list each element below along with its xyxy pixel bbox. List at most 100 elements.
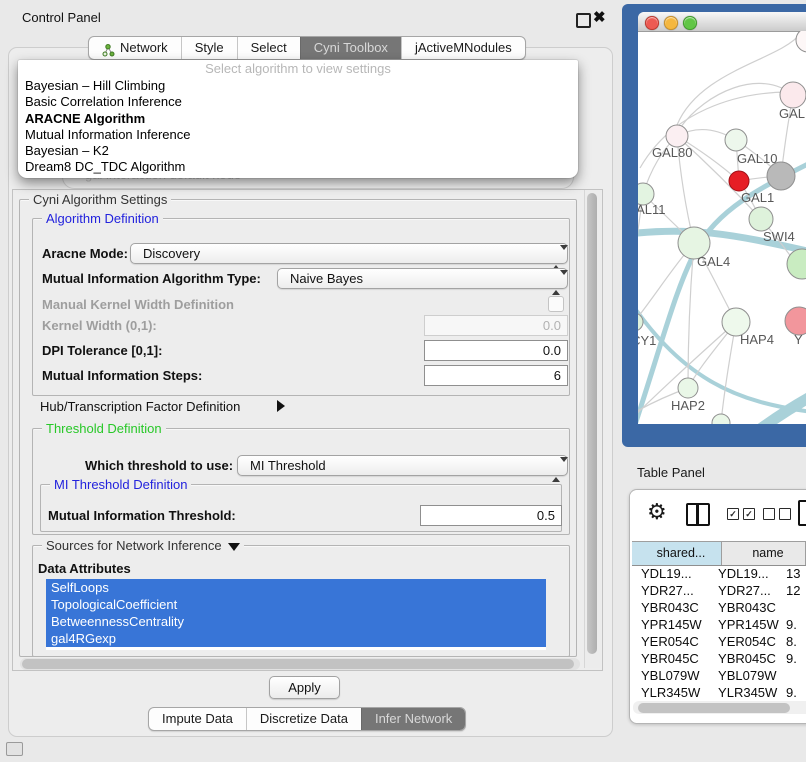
tab-select[interactable]: Select <box>237 37 300 59</box>
collapse-arrow-icon[interactable] <box>228 543 240 551</box>
table-cell[interactable]: YBR043C <box>632 599 709 616</box>
gear-icon[interactable]: ⚙ <box>647 501 667 523</box>
table-cell[interactable]: YLR345W <box>709 684 781 701</box>
kernel-width-field[interactable]: 0.0 <box>424 315 568 336</box>
tab-infer-network[interactable]: Infer Network <box>361 708 465 730</box>
zoom-window-icon[interactable] <box>683 16 697 30</box>
table-cell[interactable]: YBL079W <box>709 667 781 684</box>
network-node[interactable] <box>666 125 688 147</box>
apply-button[interactable]: Apply <box>269 676 340 699</box>
network-node[interactable] <box>749 207 773 231</box>
network-edge[interactable] <box>721 322 736 423</box>
table-cell[interactable]: YBR045C <box>632 650 709 667</box>
column-header-shared-name[interactable]: shared... <box>632 542 722 565</box>
table-cell[interactable]: YBR045C <box>709 650 781 667</box>
network-node[interactable] <box>678 378 698 398</box>
algorithm-popup-item[interactable]: ARACNE Algorithm <box>18 111 578 127</box>
table-row[interactable]: YBR045CYBR045C9. <box>632 650 806 667</box>
close-panel-icon[interactable]: ✖ <box>593 8 606 26</box>
scrollbar-thumb[interactable] <box>22 659 574 669</box>
table-cell[interactable]: YBL079W <box>632 667 709 684</box>
tab-style[interactable]: Style <box>181 37 237 59</box>
algorithm-popup-item[interactable]: Bayesian – K2 <box>18 143 578 159</box>
table-cell[interactable]: YER054C <box>632 633 709 650</box>
network-edge[interactable] <box>680 83 793 128</box>
data-attribute-item[interactable]: BetweennessCentrality <box>46 613 546 630</box>
which-threshold-combobox[interactable]: MI Threshold <box>237 455 568 476</box>
network-node[interactable] <box>785 307 806 335</box>
data-attribute-item[interactable]: TopologicalCoefficient <box>46 596 546 613</box>
table-cell[interactable]: 13 <box>781 565 806 582</box>
unselect-all-columns-icon[interactable] <box>763 508 791 520</box>
function-builder-icon[interactable] <box>798 500 806 526</box>
table-cell[interactable]: YER054C <box>709 633 781 650</box>
manual-kernel-width-checkbox[interactable] <box>548 296 564 312</box>
dpi-tolerance-field[interactable]: 0.0 <box>424 340 568 361</box>
mi-steps-field[interactable]: 6 <box>424 365 568 386</box>
network-edge[interactable] <box>756 396 806 424</box>
network-edge[interactable] <box>638 286 806 412</box>
network-window-titlebar[interactable] <box>638 12 806 32</box>
algorithm-popup-item[interactable]: Dream8 DC_TDC Algorithm <box>18 159 578 175</box>
settings-horizontal-scrollbar[interactable] <box>20 658 580 670</box>
network-node-label: HAP2 <box>671 398 705 413</box>
table-row[interactable]: YDR27...YDR27...12 <box>632 582 806 599</box>
tab-cyni-toolbox[interactable]: Cyni Toolbox <box>300 37 401 59</box>
network-node[interactable] <box>787 249 806 279</box>
tab-network[interactable]: Network <box>89 37 181 59</box>
scrollbar-thumb[interactable] <box>638 703 790 713</box>
table-cell[interactable]: 9. <box>781 616 806 633</box>
table-cell[interactable]: YPR145W <box>632 616 709 633</box>
table-cell[interactable]: 9. <box>781 650 806 667</box>
mi-threshold-field[interactable]: 0.5 <box>420 505 562 526</box>
mi-algorithm-type-combobox[interactable]: Naive Bayes <box>277 268 568 289</box>
collapsed-panel-icon[interactable] <box>6 742 23 756</box>
table-cell[interactable]: YPR145W <box>709 616 781 633</box>
network-node[interactable] <box>725 129 747 151</box>
algorithm-popup-item[interactable]: Basic Correlation Inference <box>18 94 578 110</box>
expand-arrow-icon[interactable] <box>277 400 285 412</box>
table-cell[interactable]: 12 <box>781 582 806 599</box>
table-cell[interactable]: YDR27... <box>709 582 781 599</box>
settings-vertical-scrollbar[interactable] <box>584 190 601 668</box>
table-cell[interactable]: YDL19... <box>709 565 781 582</box>
table-cell[interactable]: YBR043C <box>709 599 781 616</box>
close-window-icon[interactable] <box>645 16 659 30</box>
data-attributes-label: Data Attributes <box>38 561 131 576</box>
aracne-mode-combobox[interactable]: Discovery <box>130 243 568 264</box>
network-node[interactable] <box>712 414 730 424</box>
table-row[interactable]: YLR345WYLR345W9. <box>632 684 806 701</box>
table-horizontal-scrollbar[interactable] <box>633 701 806 714</box>
table-row[interactable]: YBR043CYBR043C <box>632 599 806 616</box>
tab-discretize-data[interactable]: Discretize Data <box>246 708 361 730</box>
table-cell[interactable]: YDR27... <box>632 582 709 599</box>
column-header-name[interactable]: name <box>722 542 806 565</box>
network-node[interactable] <box>796 31 806 52</box>
table-cell[interactable]: YDL19... <box>632 565 709 582</box>
table-row[interactable]: YER054CYER054C8. <box>632 633 806 650</box>
table-cell[interactable]: YLR345W <box>632 684 709 701</box>
network-node[interactable] <box>780 82 806 108</box>
data-attributes-list[interactable]: SelfLoopsTopologicalCoefficientBetweenne… <box>46 579 546 650</box>
split-columns-icon[interactable] <box>686 503 710 526</box>
network-canvas[interactable]: GALGAL80GAL10GAL1GAL11SWI4GAL4GCY1HAP4YH… <box>638 31 806 424</box>
algorithm-popup-item[interactable]: Bayesian – Hill Climbing <box>18 78 578 94</box>
algorithm-popup-item[interactable]: Mutual Information Inference <box>18 127 578 143</box>
network-node[interactable] <box>767 162 795 190</box>
table-row[interactable]: YPR145WYPR145W9. <box>632 616 806 633</box>
tab-jactivemnodules[interactable]: jActiveMNodules <box>401 37 525 59</box>
table-cell[interactable]: 9. <box>781 684 806 701</box>
scrollbar-thumb[interactable] <box>587 193 597 654</box>
tab-impute-data[interactable]: Impute Data <box>149 708 246 730</box>
table-cell[interactable]: 8. <box>781 633 806 650</box>
table-row[interactable]: YDL19...YDL19...13 <box>632 565 806 582</box>
data-attribute-item[interactable]: SelfLoops <box>46 579 546 596</box>
table-cell[interactable] <box>781 667 806 684</box>
float-panel-icon[interactable] <box>576 13 591 28</box>
minimize-window-icon[interactable] <box>664 16 678 30</box>
data-attribute-item[interactable]: gal4RGexp <box>46 630 546 647</box>
network-node[interactable] <box>729 171 749 191</box>
select-all-columns-icon[interactable]: ✓✓ <box>727 508 755 520</box>
table-row[interactable]: YBL079WYBL079W <box>632 667 806 684</box>
table-cell[interactable] <box>781 599 806 616</box>
